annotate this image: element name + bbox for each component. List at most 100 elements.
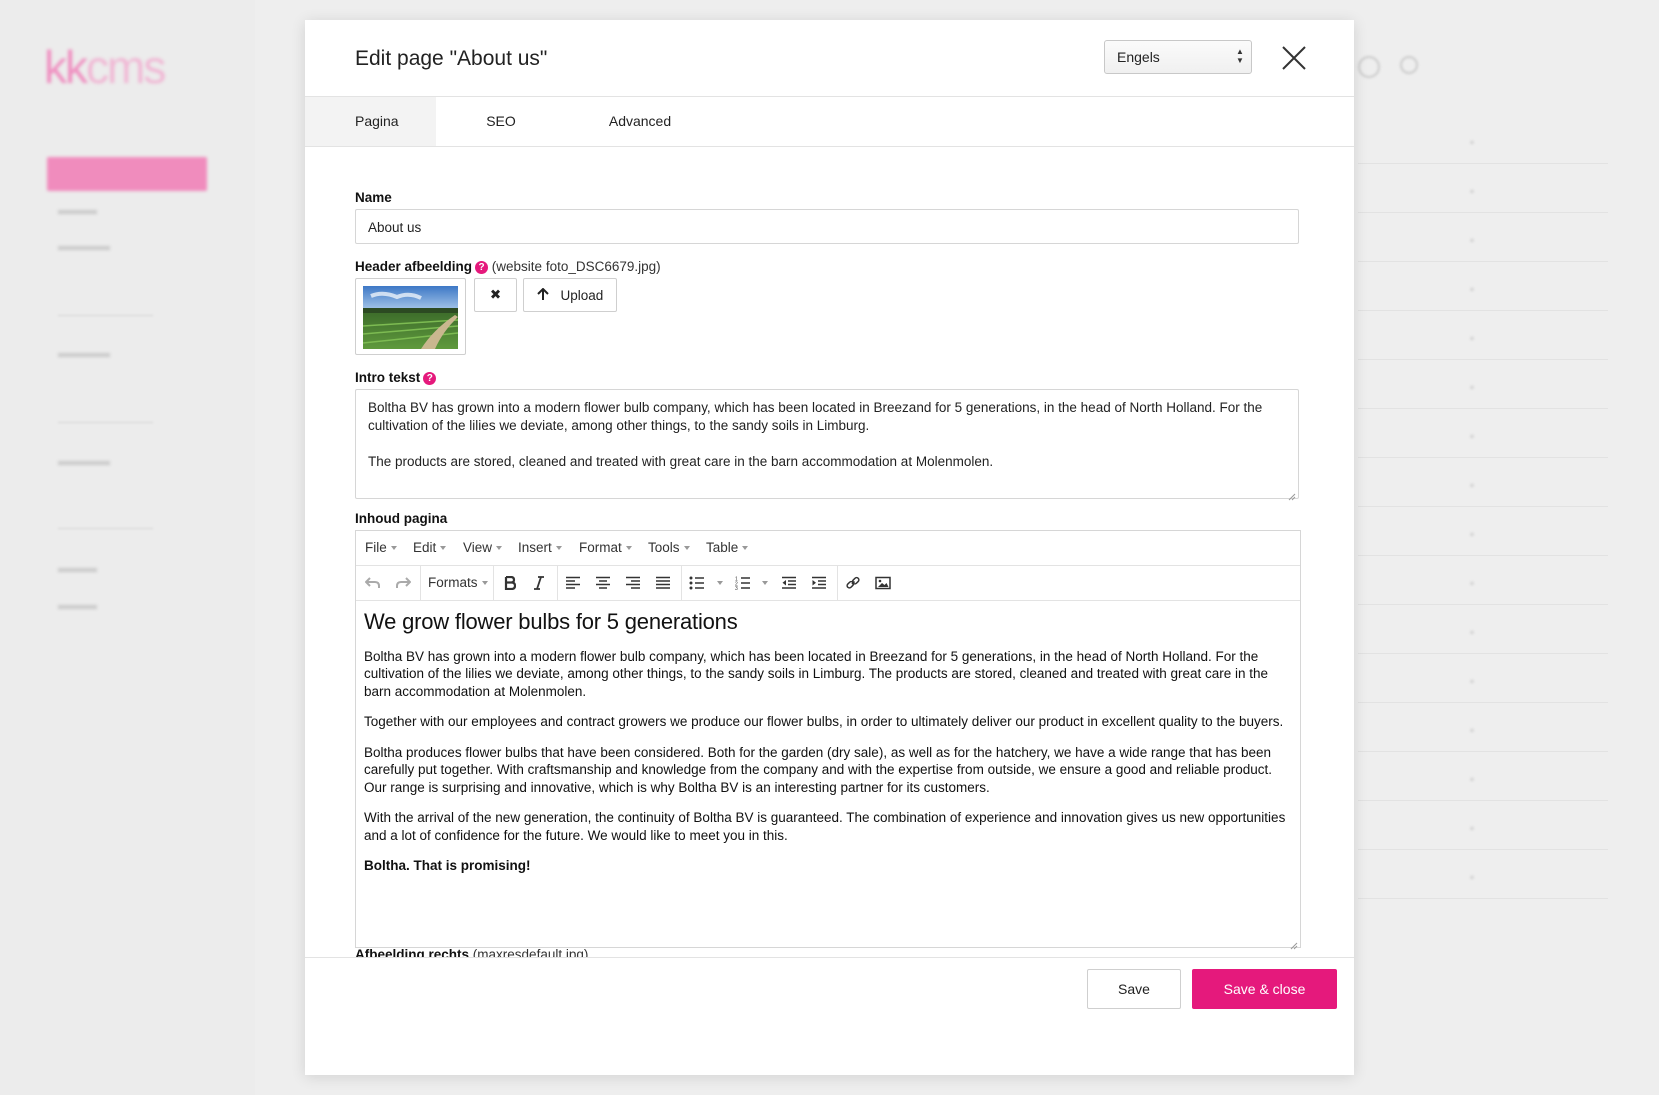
bullet-list-caret-icon[interactable] [717, 581, 723, 585]
align-justify-icon[interactable] [650, 571, 676, 595]
background-row-divider [1358, 163, 1608, 164]
background-row-divider [1358, 800, 1608, 801]
toolbar-divider [837, 566, 838, 600]
background-divider [58, 422, 153, 423]
intro-label: Intro tekst? [355, 370, 437, 385]
menu-table-label: Table [706, 540, 739, 555]
menu-insert[interactable]: Insert [518, 540, 562, 555]
background-row-marker: ▪ [1470, 772, 1475, 786]
link-icon[interactable] [840, 571, 866, 595]
menu-file-label: File [365, 540, 387, 555]
background-row-divider [1358, 310, 1608, 311]
background-logo: kkcms [44, 41, 166, 93]
background-row-marker: ▪ [1470, 723, 1475, 737]
menu-view[interactable]: View [463, 540, 503, 555]
background-row-marker: ▪ [1470, 135, 1475, 149]
editor-toolbar: Formats 1 2 3 [356, 566, 1300, 601]
background-row-marker: ▪ [1470, 380, 1475, 394]
content-paragraph: Boltha BV has grown into a modern flower… [364, 648, 1269, 699]
background-row-divider [1358, 261, 1608, 262]
tab-advanced[interactable]: Advanced [566, 97, 714, 146]
toolbar-divider [493, 566, 494, 600]
intro-label-text: Intro tekst [355, 370, 421, 385]
menu-format-label: Format [579, 540, 622, 555]
background-nav-item: ▬▬▬ [58, 560, 97, 575]
numbered-list-caret-icon[interactable] [762, 581, 768, 585]
background-row-divider [1358, 653, 1608, 654]
language-select[interactable]: Engels ▲ ▼ [1104, 40, 1252, 74]
bold-icon[interactable] [497, 571, 523, 595]
help-icon[interactable]: ? [423, 372, 437, 385]
formats-dropdown[interactable]: Formats [428, 575, 488, 590]
resize-handle-icon[interactable] [1288, 488, 1296, 501]
background-row-marker: ▪ [1470, 331, 1475, 345]
name-input[interactable]: About us [355, 209, 1299, 244]
caret-down-icon [555, 546, 562, 550]
caret-down-icon [390, 546, 397, 550]
background-row-marker: ▪ [1470, 870, 1475, 884]
edit-page-modal: Edit page "About us" Engels ▲ ▼ Pagina SE… [305, 20, 1354, 1075]
close-icon[interactable] [1276, 40, 1312, 76]
align-right-icon[interactable] [620, 571, 646, 595]
italic-icon[interactable] [526, 571, 552, 595]
save-and-close-button[interactable]: Save & close [1192, 969, 1337, 1009]
modal-header: Edit page "About us" Engels ▲ ▼ [305, 20, 1354, 97]
outdent-icon[interactable] [776, 571, 802, 595]
header-image-label: Header afbeelding? (website foto_DSC6679… [355, 259, 661, 274]
intro-textarea[interactable]: Boltha BV has grown into a modern flower… [355, 389, 1299, 501]
menu-format[interactable]: Format [579, 540, 632, 555]
menu-file[interactable]: File [365, 540, 397, 555]
tab-pagina[interactable]: Pagina [305, 97, 436, 146]
undo-icon[interactable] [360, 571, 386, 595]
upload-header-image-button[interactable]: Upload [523, 278, 617, 312]
save-button[interactable]: Save [1087, 969, 1181, 1009]
caret-down-icon [481, 581, 488, 585]
toolbar-divider [681, 566, 682, 600]
upload-label: Upload [560, 287, 604, 303]
help-icon[interactable]: ? [475, 261, 489, 274]
background-row-divider [1358, 408, 1608, 409]
editor-content[interactable]: We grow flower bulbs for 5 generations B… [356, 601, 1300, 947]
svg-text:3: 3 [735, 586, 738, 590]
intro-paragraph: The products are stored, cleaned and tre… [368, 454, 994, 469]
menu-table[interactable]: Table [706, 540, 749, 555]
image-icon[interactable] [870, 571, 896, 595]
align-left-icon[interactable] [560, 571, 586, 595]
upload-arrow-icon [537, 287, 553, 303]
indent-icon[interactable] [806, 571, 832, 595]
rich-text-editor: File Edit View Insert Format Tools Table… [355, 530, 1301, 950]
modal-tabs: Pagina SEO Advanced [305, 97, 1354, 147]
content-paragraph: Boltha produces flower bulbs that have b… [364, 744, 1273, 795]
caret-down-icon [683, 546, 690, 550]
caret-down-icon [625, 546, 632, 550]
intro-paragraph: Boltha BV has grown into a modern flower… [368, 400, 1263, 433]
background-row-divider [1358, 359, 1608, 360]
menu-tools[interactable]: Tools [648, 540, 690, 555]
background-gear-icon [1358, 56, 1380, 78]
align-center-icon[interactable] [590, 571, 616, 595]
toolbar-divider [557, 566, 558, 600]
bullet-list-icon[interactable] [684, 571, 710, 595]
background-row-marker: ▪ [1470, 429, 1475, 443]
background-row-divider [1358, 702, 1608, 703]
remove-icon: ✖ [489, 287, 502, 302]
content-label: Inhoud pagina [355, 511, 448, 526]
remove-header-image-button[interactable]: ✖ [474, 278, 517, 312]
background-nav-item: ▬▬▬▬ [58, 238, 110, 253]
formats-label: Formats [428, 575, 478, 590]
background-row-marker: ▪ [1470, 527, 1475, 541]
menu-edit[interactable]: Edit [413, 540, 447, 555]
editor-resize-handle-icon[interactable] [1290, 937, 1298, 950]
background-row-marker: ▪ [1470, 674, 1475, 688]
background-row-marker: ▪ [1470, 282, 1475, 296]
background-divider [58, 528, 153, 529]
background-row-divider [1358, 604, 1608, 605]
caret-down-icon [496, 546, 503, 550]
tab-seo[interactable]: SEO [436, 97, 566, 146]
background-nav-item: ▬▬▬ [58, 597, 97, 612]
editor-menubar: File Edit View Insert Format Tools Table [356, 531, 1300, 566]
background-row-divider [1358, 506, 1608, 507]
numbered-list-icon[interactable]: 123 [730, 571, 756, 595]
background-sidebar: kkcms ▬▬▬ ▬▬▬▬ ▬▬▬▬ ▬▬▬▬ ▬▬▬ ▬▬▬ [0, 0, 255, 1095]
redo-icon[interactable] [390, 571, 416, 595]
